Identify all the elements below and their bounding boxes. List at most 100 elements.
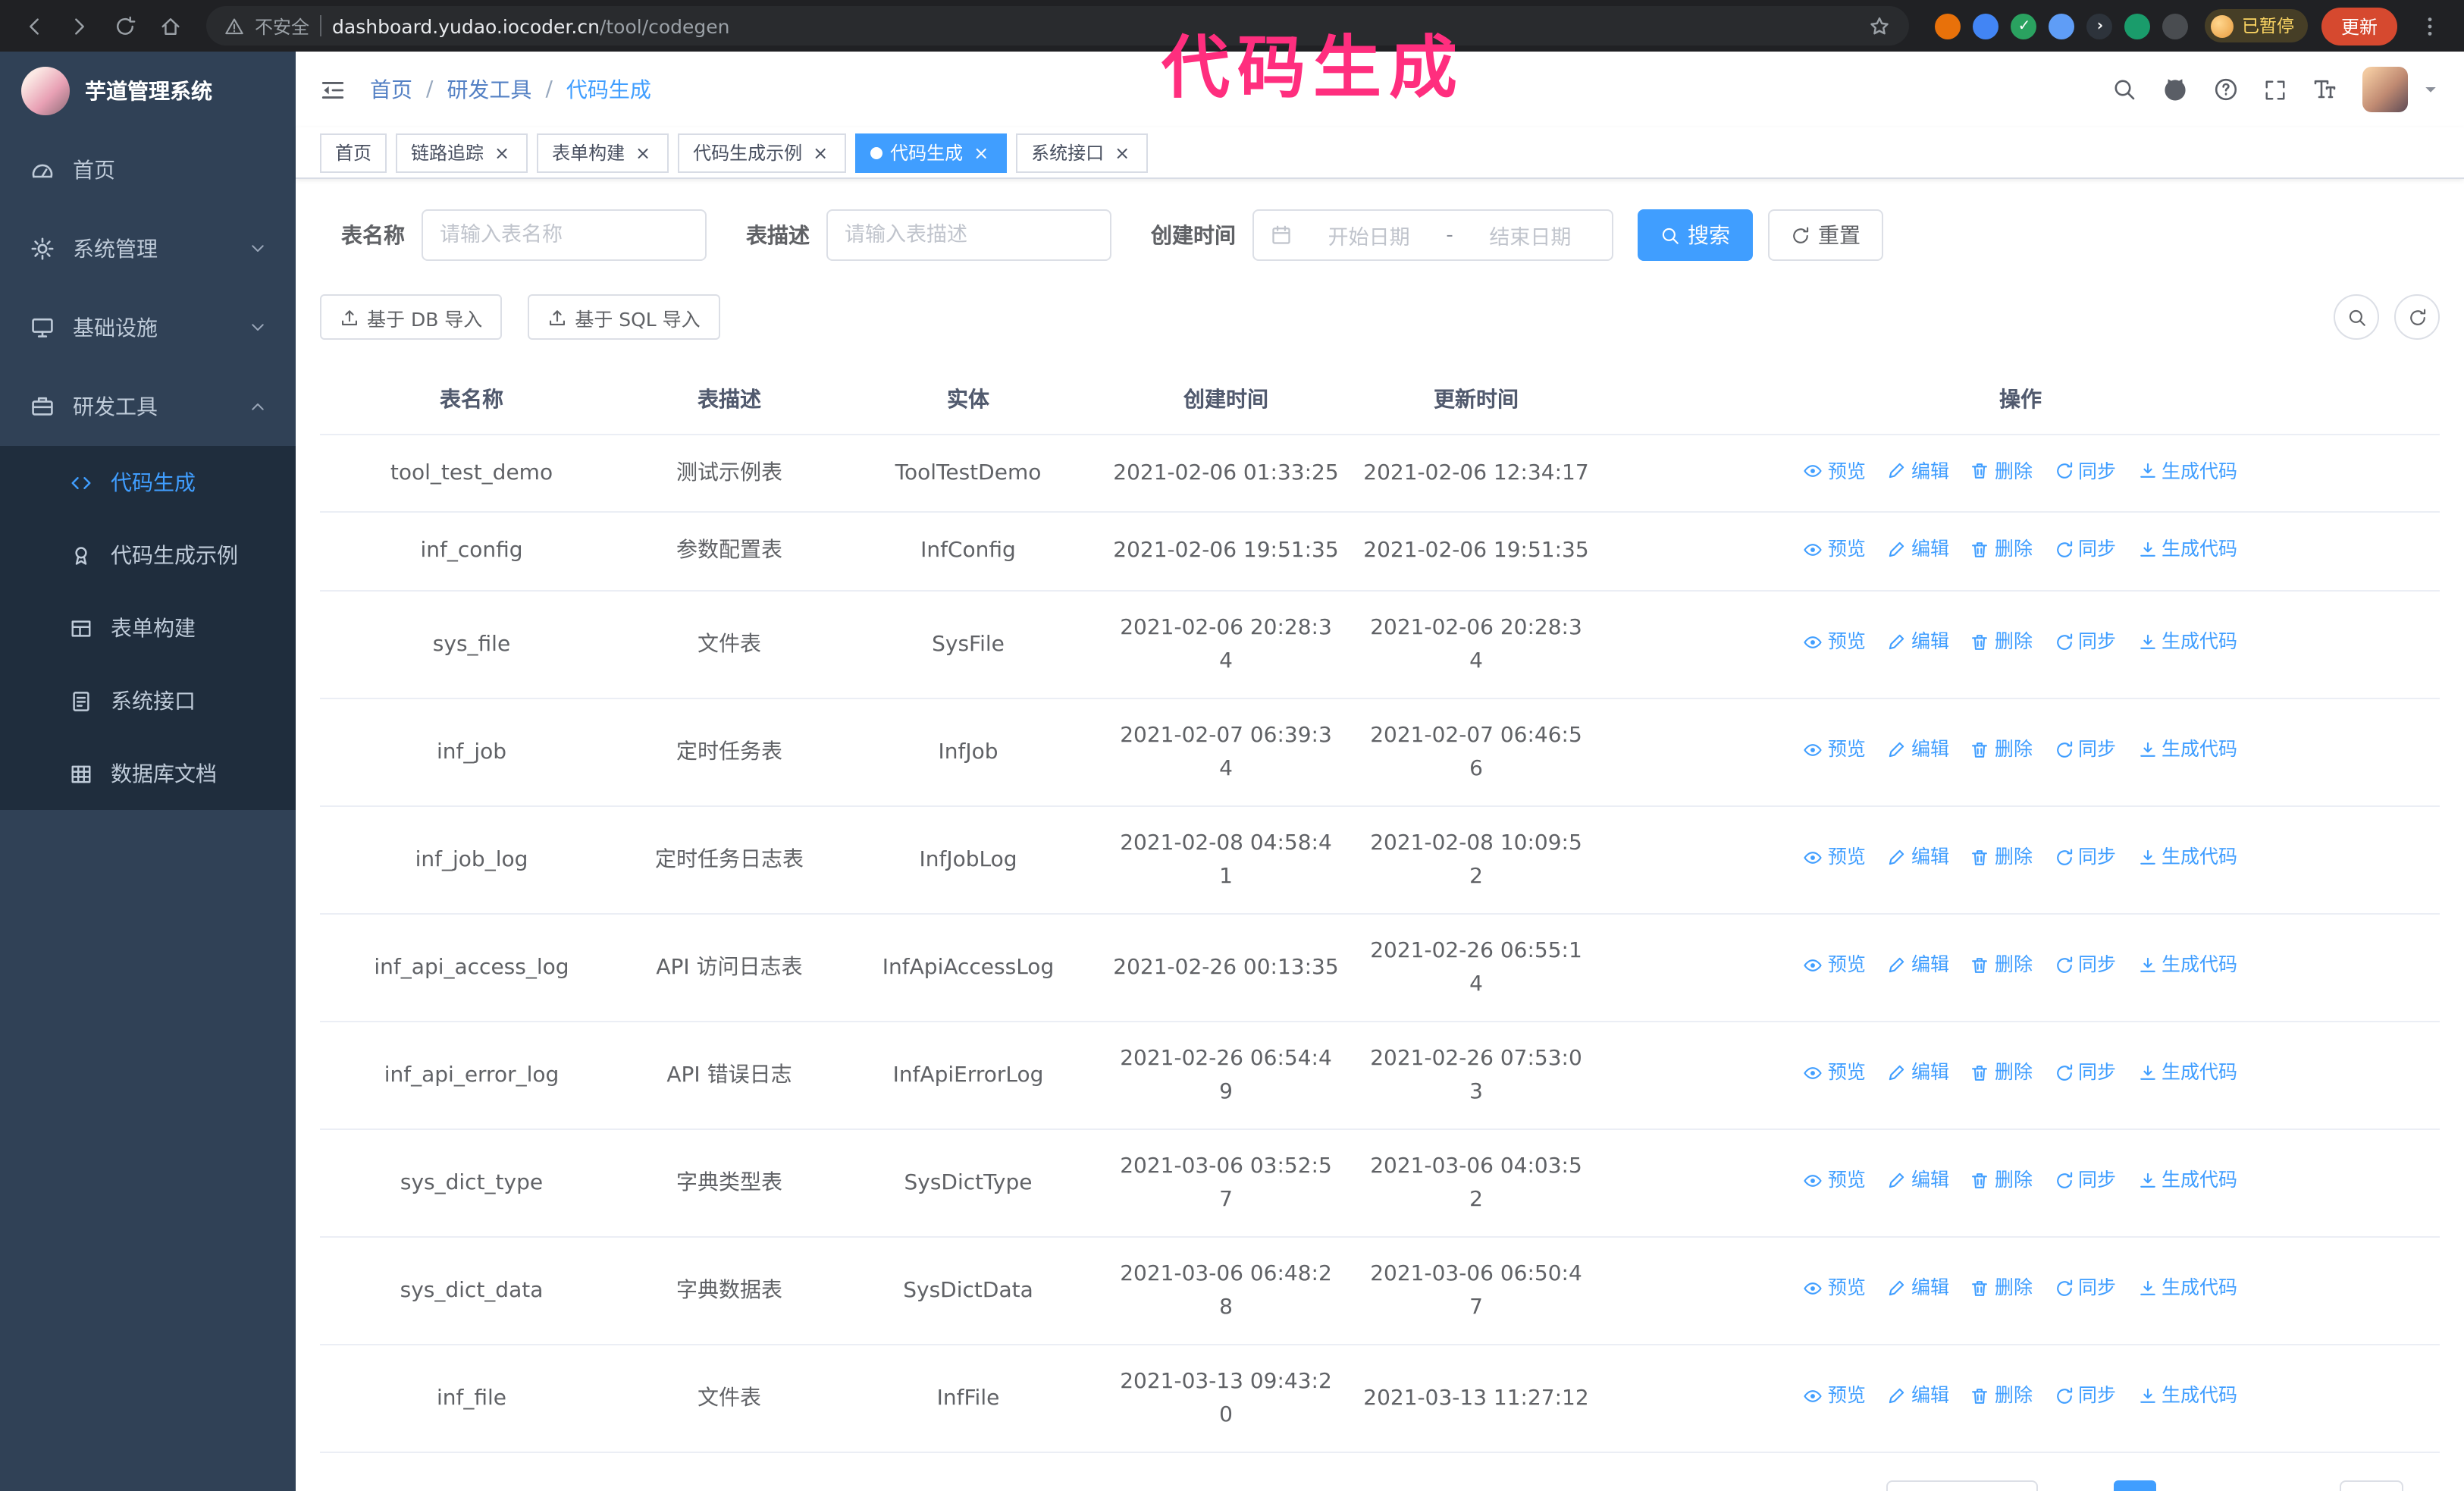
- row-action-generate[interactable]: 生成代码: [2137, 841, 2237, 874]
- chrome-update-button[interactable]: 更新: [2321, 7, 2397, 45]
- row-action-sync[interactable]: 同步: [2054, 532, 2116, 566]
- page-size-select[interactable]: 10条/页: [1886, 1480, 2038, 1491]
- next-page-button[interactable]: ›: [2224, 1480, 2267, 1491]
- import-sql-button[interactable]: 基于 SQL 导入: [528, 294, 720, 340]
- close-icon[interactable]: ×: [632, 142, 654, 163]
- close-icon[interactable]: ×: [1111, 142, 1133, 163]
- row-action-generate[interactable]: 生成代码: [2137, 626, 2237, 659]
- import-db-button[interactable]: 基于 DB 导入: [320, 294, 503, 340]
- breadcrumb-item-dev-tools[interactable]: 研发工具: [447, 74, 531, 105]
- row-action-sync[interactable]: 同步: [2054, 1164, 2116, 1198]
- drop-extension-icon[interactable]: [1973, 13, 1999, 39]
- address-bar[interactable]: 不安全 dashboard.yudao.iocoder.cn/tool/code…: [206, 6, 1910, 46]
- table-desc-input[interactable]: [845, 223, 1093, 247]
- tab-form-builder[interactable]: 表单构建 ×: [537, 133, 669, 172]
- row-action-edit[interactable]: 编辑: [1887, 1164, 1949, 1198]
- close-icon[interactable]: ×: [491, 142, 513, 163]
- start-date-placeholder[interactable]: 开始日期: [1304, 220, 1434, 250]
- row-action-preview[interactable]: 预览: [1804, 949, 1866, 982]
- row-action-delete[interactable]: 删除: [1970, 1056, 2033, 1090]
- row-action-edit[interactable]: 编辑: [1887, 532, 1949, 566]
- row-action-sync[interactable]: 同步: [2054, 454, 2116, 488]
- row-action-delete[interactable]: 删除: [1970, 733, 2033, 767]
- breadcrumb-item-home[interactable]: 首页: [370, 74, 412, 105]
- row-action-sync[interactable]: 同步: [2054, 949, 2116, 982]
- tab-codegen-example[interactable]: 代码生成示例 ×: [678, 133, 847, 172]
- row-action-generate[interactable]: 生成代码: [2137, 1272, 2237, 1305]
- row-action-delete[interactable]: 删除: [1970, 841, 2033, 874]
- fox-extension-icon[interactable]: [1935, 13, 1961, 39]
- row-action-preview[interactable]: 预览: [1804, 733, 1866, 767]
- people-extension-icon[interactable]: [2049, 13, 2075, 39]
- app-logo[interactable]: 芋道管理系统: [0, 52, 296, 130]
- row-action-edit[interactable]: 编辑: [1887, 1380, 1949, 1413]
- table-name-input[interactable]: [440, 223, 688, 247]
- url-text[interactable]: dashboard.yudao.iocoder.cn/tool/codegen: [332, 14, 730, 37]
- row-action-preview[interactable]: 预览: [1804, 532, 1866, 566]
- row-action-sync[interactable]: 同步: [2054, 1056, 2116, 1090]
- row-action-edit[interactable]: 编辑: [1887, 1056, 1949, 1090]
- row-action-edit[interactable]: 编辑: [1887, 626, 1949, 659]
- row-action-edit[interactable]: 编辑: [1887, 454, 1949, 488]
- profile-paused-badge[interactable]: 已暂停: [2205, 9, 2308, 42]
- row-action-preview[interactable]: 预览: [1804, 1056, 1866, 1090]
- row-action-delete[interactable]: 删除: [1970, 1272, 2033, 1305]
- close-icon[interactable]: ×: [970, 142, 992, 163]
- chrome-menu-icon[interactable]: [2411, 7, 2449, 45]
- font-size-icon[interactable]: [2312, 77, 2337, 102]
- row-action-generate[interactable]: 生成代码: [2137, 532, 2237, 566]
- row-action-delete[interactable]: 删除: [1970, 454, 2033, 488]
- sidebar-item-dev-tools[interactable]: 研发工具: [0, 367, 296, 446]
- end-date-placeholder[interactable]: 结束日期: [1466, 220, 1595, 250]
- row-action-preview[interactable]: 预览: [1804, 841, 1866, 874]
- sidebar-item-db-doc[interactable]: 数据库文档: [0, 737, 296, 810]
- toggle-search-button[interactable]: [2334, 294, 2379, 340]
- row-action-sync[interactable]: 同步: [2054, 1380, 2116, 1413]
- sidebar-item-infra[interactable]: 基础设施: [0, 288, 296, 367]
- row-action-preview[interactable]: 预览: [1804, 1380, 1866, 1413]
- forward-icon[interactable]: [61, 7, 99, 45]
- security-label[interactable]: 不安全: [255, 13, 309, 39]
- tab-codegen[interactable]: 代码生成 ×: [855, 133, 1008, 172]
- row-action-edit[interactable]: 编辑: [1887, 1272, 1949, 1305]
- row-action-preview[interactable]: 预览: [1804, 454, 1866, 488]
- search-button[interactable]: 搜索: [1638, 209, 1753, 261]
- sidebar-item-system-api[interactable]: 系统接口: [0, 664, 296, 737]
- row-action-delete[interactable]: 删除: [1970, 532, 2033, 566]
- table-desc-field[interactable]: [826, 209, 1111, 261]
- home-icon[interactable]: [152, 7, 190, 45]
- row-action-generate[interactable]: 生成代码: [2137, 1056, 2237, 1090]
- page-button-2[interactable]: 2: [2165, 1480, 2208, 1491]
- terminal-extension-icon[interactable]: ›: [2086, 13, 2113, 39]
- row-action-preview[interactable]: 预览: [1804, 1272, 1866, 1305]
- sidebar-item-home[interactable]: 首页: [0, 130, 296, 209]
- reload-icon[interactable]: [106, 7, 144, 45]
- table-name-field[interactable]: [422, 209, 707, 261]
- create-time-range-picker[interactable]: 开始日期 - 结束日期: [1252, 209, 1613, 261]
- row-action-delete[interactable]: 删除: [1970, 626, 2033, 659]
- row-action-sync[interactable]: 同步: [2054, 1272, 2116, 1305]
- row-action-generate[interactable]: 生成代码: [2137, 733, 2237, 767]
- refresh-table-button[interactable]: [2394, 294, 2440, 340]
- check-extension-icon[interactable]: ✓: [2011, 13, 2037, 39]
- row-action-preview[interactable]: 预览: [1804, 626, 1866, 659]
- row-action-delete[interactable]: 删除: [1970, 1164, 2033, 1198]
- fullscreen-icon[interactable]: [2264, 78, 2287, 101]
- puzzle-extension-icon[interactable]: [2162, 13, 2189, 39]
- row-action-preview[interactable]: 预览: [1804, 1164, 1866, 1198]
- user-avatar[interactable]: [2362, 67, 2408, 112]
- row-action-delete[interactable]: 删除: [1970, 949, 2033, 982]
- sidebar-item-codegen-example[interactable]: 代码生成示例: [0, 519, 296, 592]
- row-action-generate[interactable]: 生成代码: [2137, 949, 2237, 982]
- row-action-sync[interactable]: 同步: [2054, 626, 2116, 659]
- row-action-sync[interactable]: 同步: [2054, 841, 2116, 874]
- row-action-generate[interactable]: 生成代码: [2137, 454, 2237, 488]
- sidebar-item-codegen[interactable]: 代码生成: [0, 446, 296, 519]
- reset-button[interactable]: 重置: [1768, 209, 1883, 261]
- row-action-edit[interactable]: 编辑: [1887, 841, 1949, 874]
- row-action-edit[interactable]: 编辑: [1887, 733, 1949, 767]
- page-button-1[interactable]: 1: [2113, 1480, 2156, 1491]
- tab-system-api[interactable]: 系统接口 ×: [1016, 133, 1149, 172]
- row-action-sync[interactable]: 同步: [2054, 733, 2116, 767]
- leaf-extension-icon[interactable]: [2124, 13, 2151, 39]
